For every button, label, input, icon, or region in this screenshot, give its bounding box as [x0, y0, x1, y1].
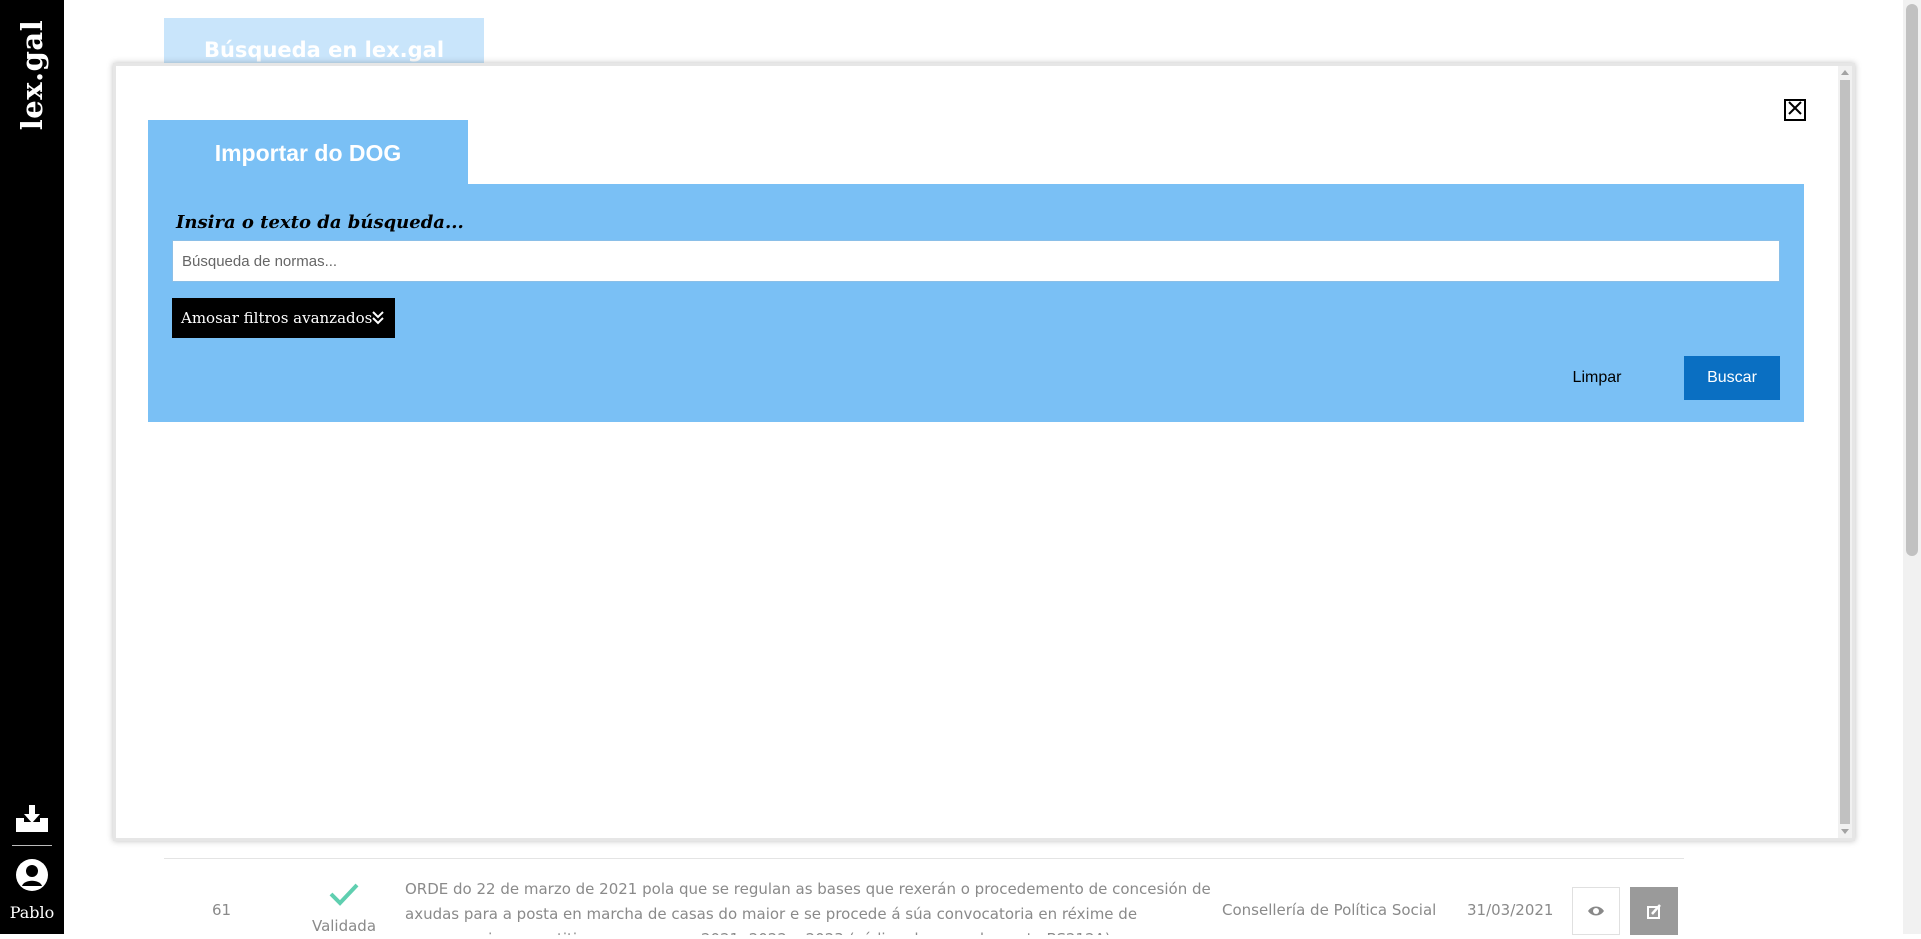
table-row[interactable]: 61 Validada ORDE do 22 de marzo de 2021 … [164, 858, 1684, 935]
page-scrollbar[interactable] [1903, 0, 1921, 934]
import-icon[interactable] [14, 804, 50, 834]
tab-import-dog[interactable]: Importar do DOG [148, 120, 468, 185]
advanced-filters-button[interactable]: Amosar filtros avanzados [172, 298, 395, 338]
brand-logo[interactable]: lex.gal [8, 20, 56, 130]
scroll-up-icon[interactable] [1841, 70, 1849, 75]
clear-button[interactable]: Limpar [1558, 356, 1636, 400]
edit-button[interactable] [1630, 887, 1678, 935]
tab-search-lexgal[interactable]: Búsqueda en lex.gal [164, 18, 484, 68]
page-scrollbar-thumb[interactable] [1906, 4, 1918, 556]
import-modal: Importar do DOG Insira o texto da búsque… [113, 63, 1855, 841]
edit-icon [1630, 904, 1678, 939]
search-label: Insira o texto da búsqueda... [176, 212, 464, 233]
search-input[interactable] [172, 240, 1780, 282]
user-name: Pablo [9, 903, 55, 922]
row-number: 61 [212, 901, 232, 919]
advanced-filters-label: Amosar filtros avanzados [181, 309, 373, 327]
sidebar-divider [12, 845, 52, 846]
modal-scrollbar[interactable] [1838, 66, 1852, 838]
brand-text: lex.gal [15, 19, 49, 131]
view-button[interactable] [1572, 887, 1620, 935]
row-description: ORDE do 22 de marzo de 2021 pola que se … [405, 880, 1211, 935]
check-icon [304, 881, 384, 911]
eye-icon [1573, 906, 1619, 938]
sidebar: lex.gal Pablo [0, 0, 64, 934]
search-button[interactable]: Buscar [1684, 356, 1780, 400]
double-chevron-down-icon [371, 310, 385, 326]
close-icon [1788, 100, 1802, 120]
search-panel: Insira o texto da búsqueda... Amosar fil… [148, 184, 1804, 422]
user-icon[interactable] [14, 857, 50, 893]
status-label: Validada [311, 917, 377, 935]
status-cell: Validada [304, 881, 384, 935]
modal-scrollbar-thumb[interactable] [1840, 80, 1850, 824]
scroll-down-icon[interactable] [1841, 829, 1849, 834]
row-department: Consellería de Política Social [1222, 901, 1437, 919]
close-button[interactable] [1784, 99, 1806, 121]
row-date: 31/03/2021 [1467, 901, 1554, 919]
